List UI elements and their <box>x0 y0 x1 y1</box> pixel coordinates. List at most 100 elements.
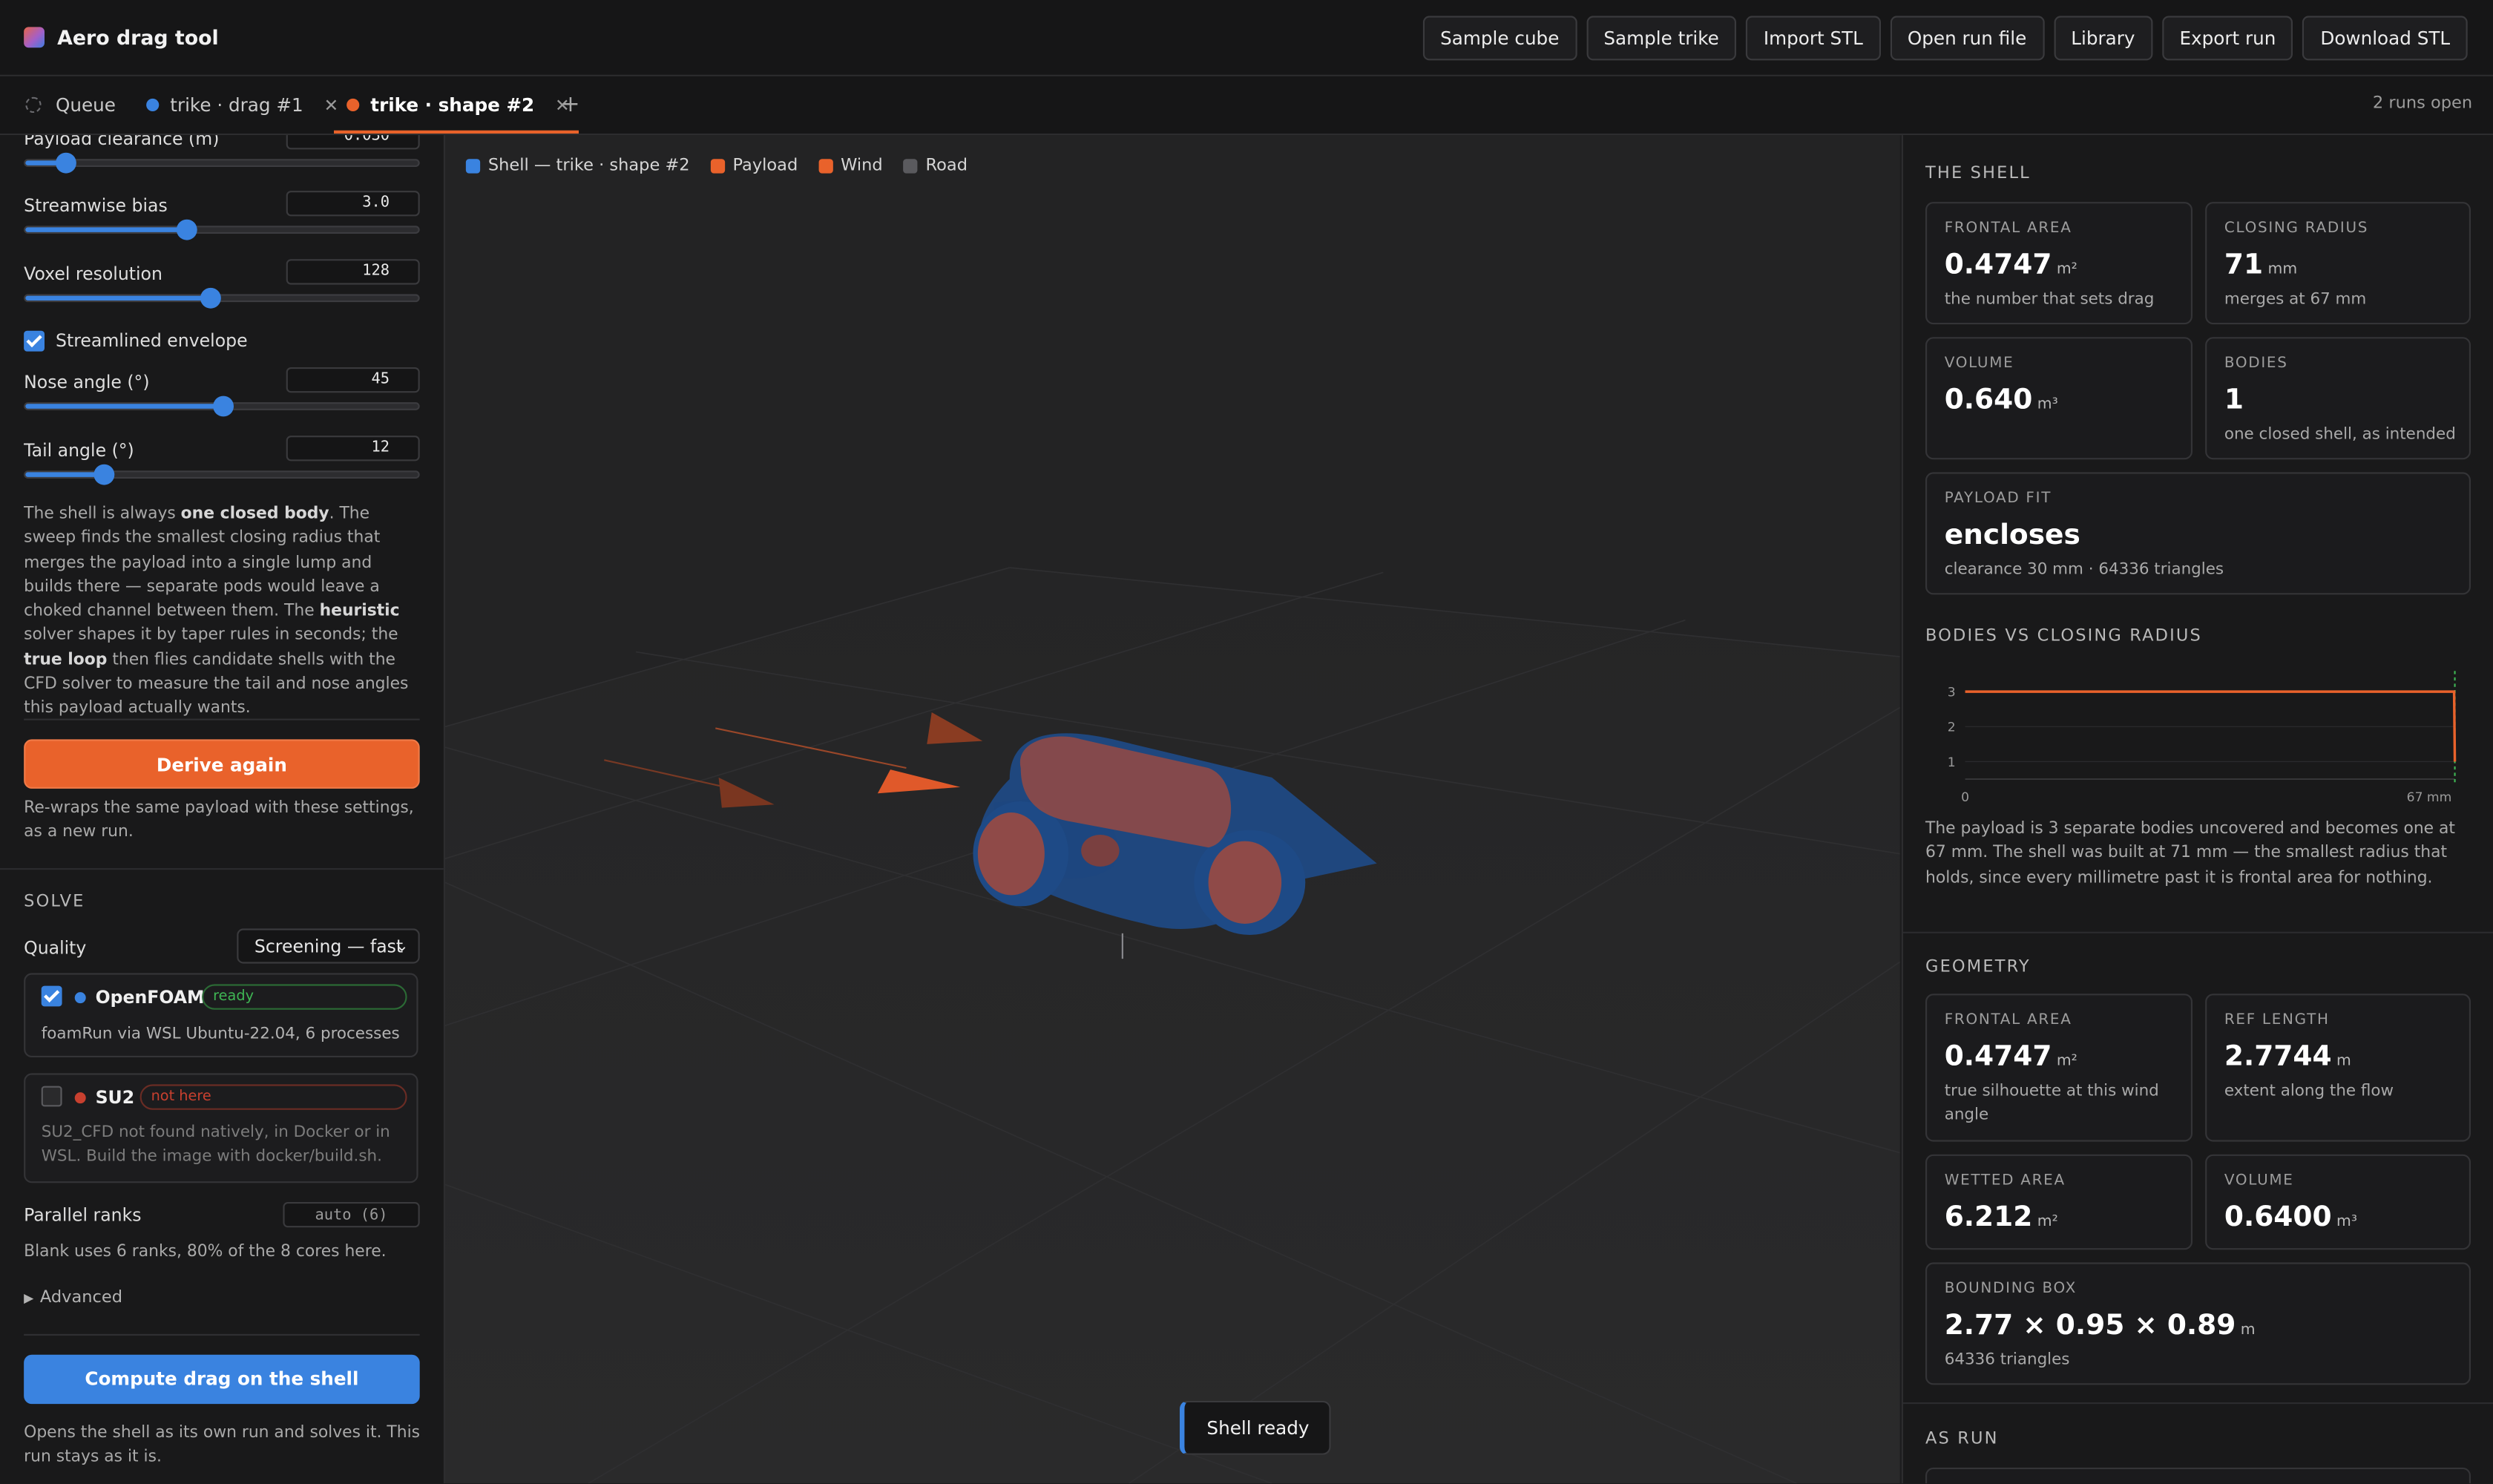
library-button[interactable]: Library <box>2053 16 2153 61</box>
download-stl-button[interactable]: Download STL <box>2302 16 2468 61</box>
derive-note: Re-wraps the same payload with these set… <box>24 799 414 842</box>
card-value: encloses <box>1945 520 2080 552</box>
param-value-input[interactable]: 3.0 <box>286 191 420 217</box>
param-label: Payload clearance (m) <box>24 135 220 150</box>
status-dot <box>74 992 86 1004</box>
legend-item-wind[interactable]: Wind <box>818 156 883 175</box>
card-title: CLOSING RADIUS <box>2224 219 2369 237</box>
sample-trike-button[interactable]: Sample trike <box>1586 16 1737 61</box>
open-run-file-button[interactable]: Open run file <box>1890 16 2044 61</box>
card-subtext: one closed shell, as intended <box>2224 426 2456 444</box>
card-title: FRONTAL AREA <box>1944 1011 2072 1029</box>
card-subtext: extent along the flow <box>2224 1083 2394 1100</box>
quality-select[interactable]: Screening — fast ⌄ <box>237 928 420 964</box>
y-tick-label: 2 <box>1948 720 1956 735</box>
legend-item-shell[interactable]: Shell — trike · shape #2 <box>465 156 690 175</box>
status-dot <box>74 1092 86 1104</box>
add-tab-button[interactable]: + <box>561 76 579 134</box>
compute-note: Opens the shell as its own run and solve… <box>24 1425 421 1467</box>
x-tick-label: 0 <box>1961 790 1969 803</box>
legend-label: Wind <box>841 156 883 175</box>
slider-handle[interactable] <box>94 464 116 485</box>
param-slider[interactable] <box>24 395 420 417</box>
param-value-input[interactable]: 128 <box>286 259 420 285</box>
solver-openfoam[interactable]: OpenFOAM ready foamRun via WSL Ubuntu-22… <box>24 973 418 1057</box>
export-run-button[interactable]: Export run <box>2161 16 2293 61</box>
spinner-icon <box>25 96 42 114</box>
status-toast: Shell ready <box>1180 1400 1332 1455</box>
shell-heading: THE SHELL <box>1925 163 2031 183</box>
checkbox[interactable] <box>41 1086 62 1107</box>
chart-heading: BODIES VS CLOSING RADIUS <box>1925 626 2202 646</box>
import-stl-button[interactable]: Import STL <box>1746 16 1881 61</box>
card-value: 2.77 × 0.95 × 0.89 m <box>1945 1310 2256 1342</box>
divider <box>24 1333 420 1336</box>
streamlined-envelope-toggle[interactable]: Streamlined envelope <box>24 330 248 352</box>
advanced-toggle[interactable]: ▶ Advanced <box>24 1288 122 1307</box>
solver-description: SU2_CFD not found natively, in Docker or… <box>41 1124 390 1166</box>
param-slider[interactable] <box>24 287 420 309</box>
value-text: 0.4747 <box>1944 1041 2052 1074</box>
compute-drag-button[interactable]: Compute drag on the shell <box>24 1354 420 1405</box>
sample-cube-button[interactable]: Sample cube <box>1422 16 1577 61</box>
legend-item-payload[interactable]: Payload <box>710 156 798 175</box>
param-slider[interactable] <box>24 464 420 485</box>
legend-label: Payload <box>732 156 798 175</box>
slider-handle[interactable] <box>212 395 233 417</box>
stat-card-payload-fit: PAYLOAD FIT encloses clearance 30 mm · 6… <box>1925 472 2471 595</box>
unit: mm <box>2267 260 2298 278</box>
card-title: VOLUME <box>2224 1172 2294 1189</box>
geo-card-frontal-area: FRONTAL AREA 0.4747 m² true silhouette at… <box>1925 994 2193 1142</box>
unit: m² <box>2037 1213 2058 1231</box>
param-label: Voxel resolution <box>24 263 162 285</box>
tab-queue[interactable]: Queue <box>25 76 116 134</box>
advanced-label: Advanced <box>39 1287 123 1307</box>
tab-trike-drag-1[interactable]: trike · drag #1 ✕ <box>146 76 338 134</box>
left-panel: Payload clearance (m) 0.030 Streamwise b… <box>0 135 445 1484</box>
checkbox-label: Streamlined envelope <box>56 330 248 352</box>
chevron-down-icon: ⌄ <box>395 938 409 956</box>
slider-handle[interactable] <box>200 287 222 309</box>
card-value: 71 mm <box>2224 249 2297 281</box>
close-icon[interactable]: ✕ <box>324 94 339 115</box>
geo-card-bounding-box: BOUNDING BOX 2.77 × 0.95 × 0.89 m 64336 t… <box>1925 1262 2471 1385</box>
param-value-input[interactable]: 0.030 <box>286 135 420 150</box>
bodies-vs-radius-chart: 1 2 3 0 67 mm <box>1948 671 2457 803</box>
toolbar-actions: Sample cube Sample trike Import STL Open… <box>1422 16 2468 61</box>
x-tick-label: 67 mm <box>2407 790 2452 803</box>
solver-su2[interactable]: SU2 not here SU2_CFD not found natively,… <box>24 1073 418 1183</box>
unit: m <box>2336 1052 2351 1071</box>
param-slider[interactable] <box>24 219 420 240</box>
geo-card-volume: VOLUME 0.6400 m³ <box>2205 1154 2471 1250</box>
card-value: 0.640 m³ <box>1945 385 2058 417</box>
value-text: 6.212 <box>1944 1202 2033 1234</box>
card-subtext: merges at 67 mm <box>2224 291 2367 309</box>
scene-canvas[interactable] <box>445 135 1900 1484</box>
value-text: 1 <box>2224 384 2244 417</box>
card-subtext: 64336 triangles <box>1944 1351 2070 1369</box>
checkbox[interactable] <box>24 330 45 352</box>
geometry-heading: GEOMETRY <box>1925 957 2031 976</box>
card-value: 6.212 m² <box>1945 1202 2058 1234</box>
road-plane <box>445 568 1900 1484</box>
legend-item-road[interactable]: Road <box>903 156 968 175</box>
parallel-ranks-input[interactable]: auto (6) <box>283 1202 420 1228</box>
tab-trike-shape-2[interactable]: trike · shape #2 ✕ <box>333 76 580 134</box>
chart-note: The payload is 3 separate bodies uncover… <box>1925 820 2455 887</box>
slider-handle[interactable] <box>177 219 198 240</box>
param-value-input[interactable]: 45 <box>286 367 420 393</box>
top-bar: Aero drag tool Sample cube Sample trike … <box>0 0 2493 76</box>
3d-viewport[interactable]: Shell — trike · shape #2 Payload Wind Ro… <box>445 135 1900 1484</box>
value-text: 0.640 <box>1944 384 2033 417</box>
tab-label: trike · shape #2 <box>370 93 535 116</box>
checkbox[interactable] <box>41 985 62 1007</box>
param-slider[interactable] <box>24 152 420 174</box>
param-value-input[interactable]: 12 <box>286 436 420 462</box>
geo-card-wetted-area: WETTED AREA 6.212 m² <box>1925 1154 2193 1250</box>
slider-handle[interactable] <box>55 152 76 174</box>
section-divider <box>1903 931 2493 933</box>
stat-card-bodies: BODIES 1 one closed shell, as intended <box>2205 337 2471 460</box>
derive-again-button[interactable]: Derive again <box>24 739 420 789</box>
unit: m² <box>2056 260 2078 278</box>
stat-card-volume: VOLUME 0.640 m³ <box>1925 337 2193 460</box>
